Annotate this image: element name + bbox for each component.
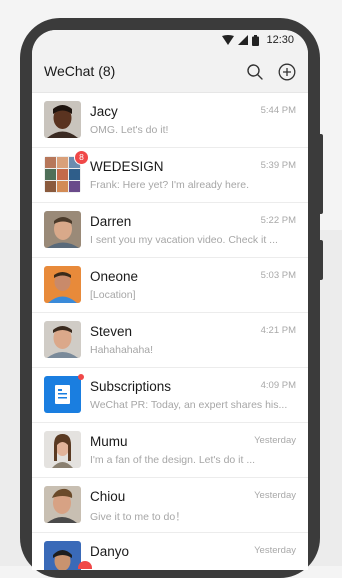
chat-row[interactable]: Steven 4:21 PM Hahahahaha! <box>32 313 308 368</box>
chat-name: Oneone <box>90 269 139 284</box>
wifi-icon <box>222 35 235 45</box>
chat-time: 5:03 PM <box>260 270 296 281</box>
chat-preview: I'm a fan of the design. Let's do it ... <box>90 454 256 466</box>
chat-time: Yesterday <box>254 435 296 446</box>
chat-preview: Frank: Here yet? I'm already here. <box>90 179 249 191</box>
avatar <box>44 321 81 358</box>
status-time: 12:30 <box>266 34 294 46</box>
chat-preview: I sent you my vacation video. Check it .… <box>90 234 278 246</box>
avatar <box>44 211 81 248</box>
chat-name: Mumu <box>90 434 128 449</box>
chat-name: Subscriptions <box>90 379 172 394</box>
phone-side-button <box>319 240 323 280</box>
battery-icon <box>252 34 260 46</box>
chat-time: 4:09 PM <box>260 380 296 391</box>
chat-row[interactable]: Darren 5:22 PM I sent you my vacation vi… <box>32 203 308 258</box>
avatar <box>44 266 81 303</box>
search-icon[interactable] <box>246 63 264 81</box>
cellular-signal-icon <box>238 35 249 45</box>
chat-name: WEDESIGN <box>90 159 164 174</box>
status-bar: 12:30 <box>32 30 308 52</box>
chat-time: 5:22 PM <box>260 215 296 226</box>
chat-time: Yesterday <box>254 545 296 556</box>
chat-row[interactable]: Subscriptions 4:09 PM WeChat PR: Today, … <box>32 368 308 423</box>
chat-name: Jacy <box>90 104 118 119</box>
avatar <box>44 431 81 468</box>
chat-time: 4:21 PM <box>260 325 296 336</box>
chat-name: Darren <box>90 214 132 229</box>
chat-row[interactable]: Oneone 5:03 PM [Location] <box>32 258 308 313</box>
chat-row[interactable]: Jacy 5:44 PM OMG. Let's do it! <box>32 93 308 148</box>
page-title: WeChat (8) <box>44 63 116 79</box>
add-icon[interactable] <box>278 63 296 81</box>
unread-dot <box>78 374 84 380</box>
chat-preview: [Location] <box>90 289 136 301</box>
unread-badge: 8 <box>74 150 89 165</box>
chat-time: 5:44 PM <box>260 105 296 116</box>
phone-side-button <box>319 134 323 214</box>
chat-preview: WeChat PR: Today, an expert shares his..… <box>90 399 288 411</box>
chat-time: Yesterday <box>254 490 296 501</box>
chat-row[interactable]: Mumu Yesterday I'm a fan of the design. … <box>32 423 308 478</box>
chat-list: Jacy 5:44 PM OMG. Let's do it! 8 WEDESIG… <box>32 93 308 570</box>
chat-preview: Hahahahaha! <box>90 344 154 356</box>
tab-unread-badge <box>78 561 92 569</box>
avatar <box>44 486 81 523</box>
chat-row[interactable]: Chiou Yesterday Give it to me to do！ <box>32 478 308 533</box>
phone-screen: 12:30 WeChat (8) Jacy 5:44 PM OMG. Let's… <box>32 30 308 570</box>
chat-row[interactable]: Danyo Yesterday <box>32 533 308 570</box>
chat-preview: Give it to me to do！ <box>90 511 186 523</box>
app-header: WeChat (8) <box>32 52 308 93</box>
chat-row[interactable]: 8 WEDESIGN 5:39 PM Frank: Here yet? I'm … <box>32 148 308 203</box>
avatar <box>44 101 81 138</box>
chat-name: Danyo <box>90 544 130 559</box>
chat-time: 5:39 PM <box>260 160 296 171</box>
chat-preview: OMG. Let's do it! <box>90 124 169 136</box>
chat-name: Chiou <box>90 489 126 504</box>
subscriptions-icon <box>44 376 81 413</box>
chat-name: Steven <box>90 324 133 339</box>
status-icons: 12:30 <box>222 34 294 46</box>
